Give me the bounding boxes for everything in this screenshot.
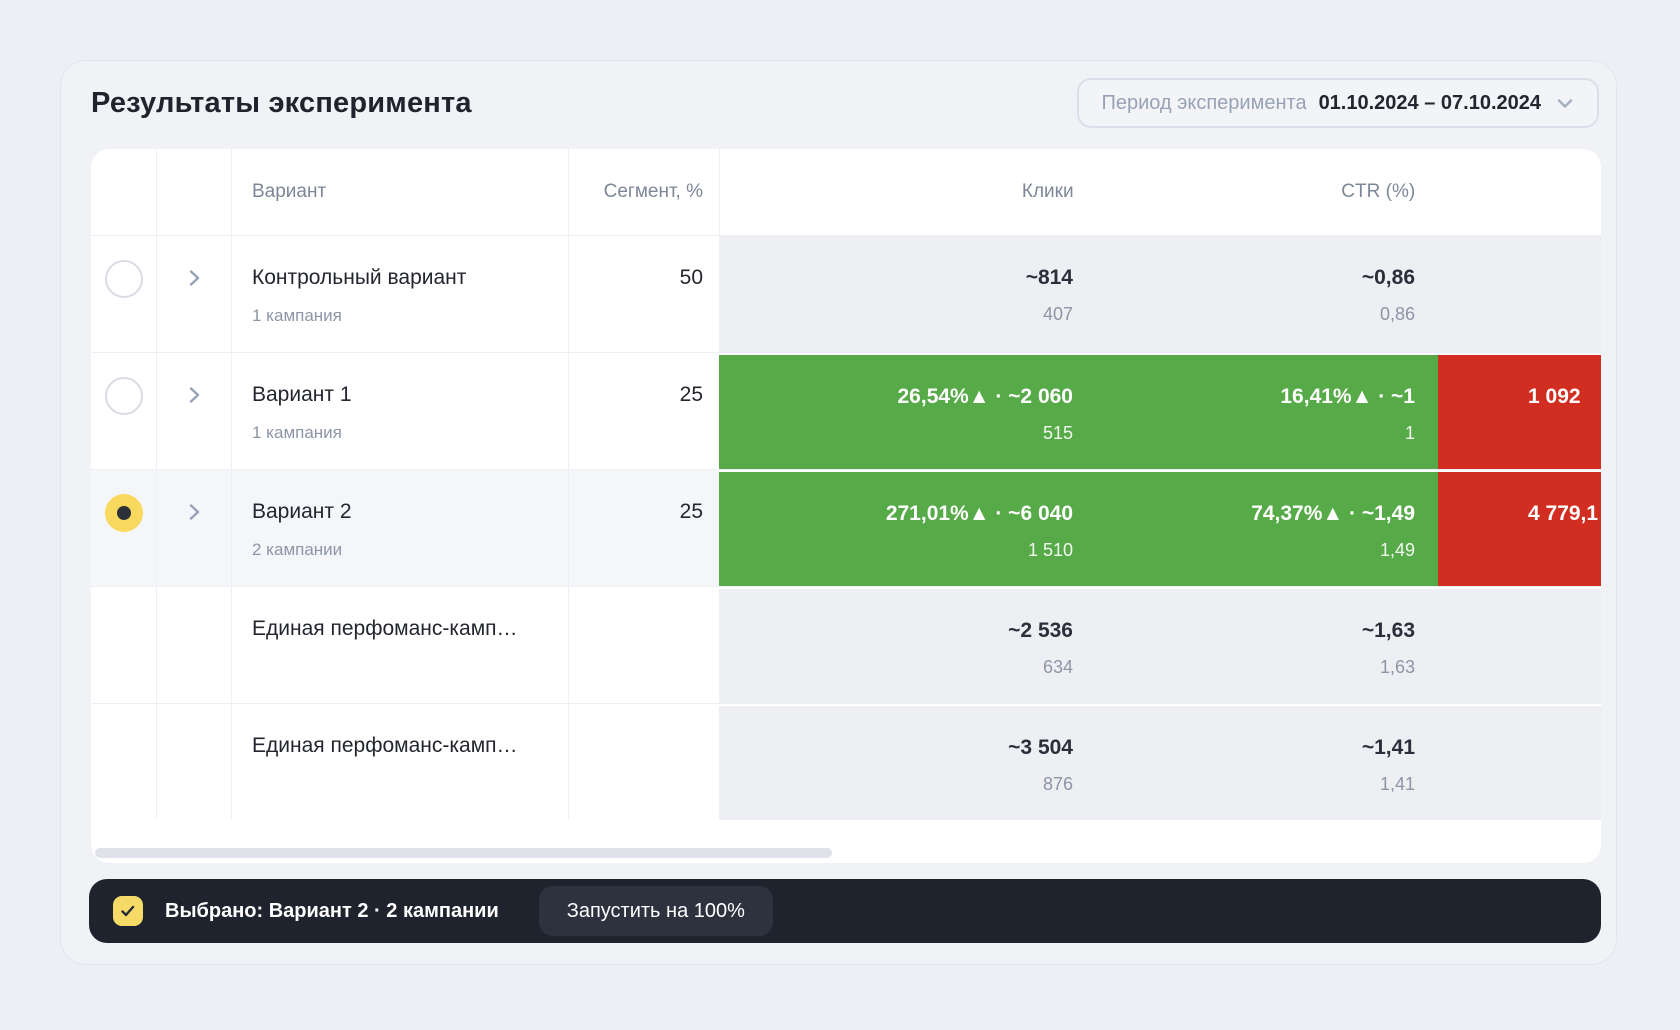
column-header-segment: Сегмент, % bbox=[569, 149, 719, 235]
table-row-variant-1[interactable]: Вариант 1 1 кампания 25 26,54%▲ · ~2 060… bbox=[91, 352, 1601, 469]
expand-chevron-right-icon[interactable] bbox=[157, 353, 231, 469]
variant-campaign-count: 1 кампания bbox=[252, 417, 568, 449]
table-row-campaign[interactable]: Единая перфоманс-камп… ~2 536 634 ~1,63 … bbox=[91, 586, 1601, 703]
table-header-row: Вариант Сегмент, % Клики CTR (%) bbox=[91, 149, 1601, 235]
ctr-cell: ~0,86 0,86 bbox=[1091, 236, 1438, 352]
results-table: Вариант Сегмент, % Клики CTR (%) Контрол… bbox=[91, 149, 1601, 863]
variant-campaign-count: 2 кампании bbox=[252, 534, 568, 566]
clicks-cell: ~3 504 876 bbox=[719, 704, 1091, 820]
cost-cell-cut bbox=[1438, 236, 1601, 352]
table-row-campaign[interactable]: Единая перфоманс-камп… ~3 504 876 ~1,41 … bbox=[91, 703, 1601, 820]
ctr-cell: ~1,63 1,63 bbox=[1091, 587, 1438, 703]
variant-name: Вариант 2 bbox=[252, 492, 568, 532]
expand-chevron-right-icon[interactable] bbox=[157, 470, 231, 586]
table-row-control-variant[interactable]: Контрольный вариант 1 кампания 50 ~814 4… bbox=[91, 235, 1601, 352]
experiment-results-card: Результаты эксперимента Период экспериме… bbox=[60, 60, 1617, 965]
ctr-cell: ~1,41 1,41 bbox=[1091, 704, 1438, 820]
cost-cell-cut bbox=[1438, 587, 1601, 703]
header-select-column bbox=[91, 149, 156, 235]
ctr-cell-positive: 74,37%▲ · ~1,49 1,49 bbox=[1091, 470, 1438, 586]
selection-summary: Выбрано: Вариант 2 · 2 кампании bbox=[165, 900, 499, 923]
cost-cell-cut bbox=[1438, 704, 1601, 820]
column-header-variant: Вариант bbox=[232, 149, 568, 235]
radio-variant-2-selected[interactable] bbox=[91, 470, 156, 586]
campaign-name: Единая перфоманс-камп… bbox=[252, 704, 568, 766]
checkmark-icon bbox=[119, 902, 137, 920]
ctr-cell-positive: 16,41%▲ · ~1 1 bbox=[1091, 353, 1438, 469]
variant-campaign-count: 1 кампания bbox=[252, 300, 568, 332]
radio-control-variant[interactable] bbox=[91, 236, 156, 352]
chevron-down-icon bbox=[1553, 91, 1577, 115]
cost-cell-negative-cut: 4 779,1 bbox=[1438, 470, 1601, 586]
header-expand-column bbox=[156, 149, 231, 235]
launch-100-button[interactable]: Запустить на 100% bbox=[539, 886, 773, 936]
table-row-variant-2[interactable]: Вариант 2 2 кампании 25 271,01%▲ · ~6 04… bbox=[91, 469, 1601, 586]
variant-name: Вариант 1 bbox=[252, 375, 568, 415]
segment-value: 50 bbox=[680, 266, 703, 289]
variant-name: Контрольный вариант bbox=[252, 258, 568, 298]
column-header-ctr: CTR (%) bbox=[1092, 149, 1439, 235]
clicks-cell-positive: 26,54%▲ · ~2 060 515 bbox=[719, 353, 1091, 469]
expand-chevron-right-icon[interactable] bbox=[157, 236, 231, 352]
segment-value: 25 bbox=[680, 500, 703, 523]
column-header-clicks: Клики bbox=[720, 149, 1092, 235]
selected-checkbox[interactable] bbox=[113, 896, 143, 926]
period-label: Период эксперимента bbox=[1101, 92, 1306, 115]
cost-cell-negative-cut: 1 092 bbox=[1438, 353, 1601, 469]
radio-variant-1[interactable] bbox=[91, 353, 156, 469]
clicks-cell: ~814 407 bbox=[719, 236, 1091, 352]
period-value: 01.10.2024 – 07.10.2024 bbox=[1319, 92, 1541, 115]
column-header-cost-cut bbox=[1438, 149, 1601, 235]
clicks-cell: ~2 536 634 bbox=[719, 587, 1091, 703]
selection-footer-bar: Выбрано: Вариант 2 · 2 кампании Запустит… bbox=[89, 879, 1601, 943]
page-title: Результаты эксперимента bbox=[91, 87, 472, 120]
clicks-cell-positive: 271,01%▲ · ~6 040 1 510 bbox=[719, 470, 1091, 586]
horizontal-scrollbar-thumb[interactable] bbox=[95, 848, 832, 858]
campaign-name: Единая перфоманс-камп… bbox=[252, 587, 568, 649]
period-selector[interactable]: Период эксперимента 01.10.2024 – 07.10.2… bbox=[1077, 78, 1599, 128]
segment-value: 25 bbox=[680, 383, 703, 406]
